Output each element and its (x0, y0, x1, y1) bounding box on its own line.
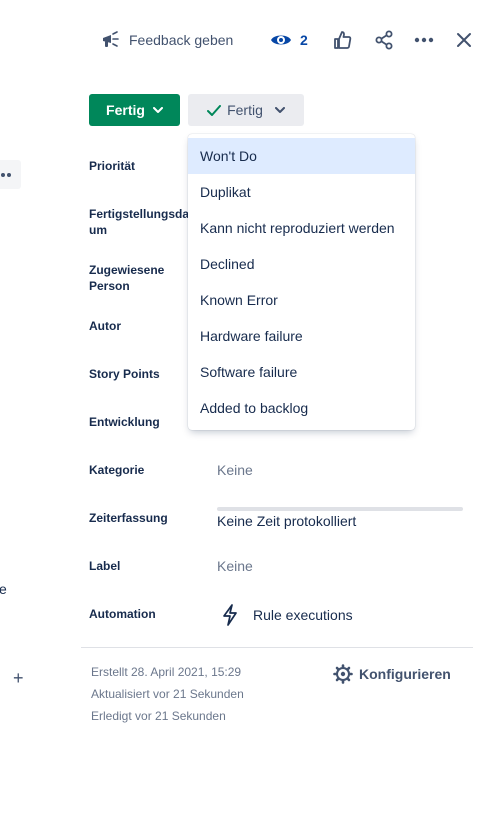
like-button[interactable] (330, 28, 354, 52)
divider (81, 647, 473, 648)
category-value[interactable]: Keine (217, 460, 253, 480)
configure-button[interactable]: Konfigurieren (333, 664, 451, 684)
menu-item-wont-do[interactable]: Won't Do (188, 138, 415, 174)
field-label-development: Entwicklung (89, 415, 160, 429)
chevron-down-icon (152, 107, 163, 113)
watch-button[interactable]: 2 (270, 28, 308, 52)
thumbs-up-icon (334, 31, 352, 49)
menu-item-software-failure[interactable]: Software failure (188, 354, 415, 390)
feedback-button[interactable]: Feedback geben (101, 28, 233, 52)
check-icon (207, 104, 222, 116)
menu-item-known-error[interactable]: Known Error (188, 282, 415, 318)
add-icon[interactable]: + (13, 668, 24, 689)
menu-item-added-to-backlog[interactable]: Added to backlog (188, 390, 415, 426)
eye-icon (271, 35, 291, 45)
menu-item-declined[interactable]: Declined (188, 246, 415, 282)
updated-date: Aktualisiert vor 21 Sekunden (91, 687, 244, 701)
menu-item-hardware-failure[interactable]: Hardware failure (188, 318, 415, 354)
field-label-reporter: Autor (89, 319, 121, 333)
close-button[interactable] (452, 28, 476, 52)
more-button[interactable] (412, 28, 436, 52)
automation-value: Rule executions (253, 607, 353, 623)
resolved-date: Erledigt vor 21 Sekunden (91, 709, 226, 723)
resolution-label: Fertig (227, 102, 263, 118)
gear-icon (333, 664, 353, 684)
field-label-due-date: Fertigstellungsdatum (89, 207, 194, 237)
more-horizontal-icon (414, 37, 434, 43)
lightning-bolt-icon (223, 604, 237, 626)
resolution-dropdown-menu: Won't Do Duplikat Kann nicht reproduzier… (188, 134, 415, 430)
field-label-story-points: Story Points (89, 367, 160, 381)
chevron-down-icon (274, 107, 285, 113)
field-label-assignee: Zugewiesene Person (89, 263, 165, 293)
configure-label: Konfigurieren (359, 666, 451, 682)
feedback-label: Feedback geben (129, 32, 234, 48)
field-label-time-tracking: Zeiterfassung (89, 511, 168, 525)
share-button[interactable] (372, 28, 396, 52)
share-icon (375, 30, 393, 50)
automation-rule-executions[interactable]: Rule executions (221, 604, 353, 626)
watch-count: 2 (300, 32, 308, 48)
label-value[interactable]: Keine (217, 556, 253, 576)
status-label: Fertig (106, 102, 145, 118)
field-label-label: Label (89, 559, 121, 573)
more-actions-button[interactable] (0, 160, 21, 189)
time-tracking-value[interactable]: Keine Zeit protokolliert (217, 511, 356, 531)
created-date: Erstellt 28. April 2021, 15:29 (91, 665, 242, 679)
status-button[interactable]: Fertig (89, 94, 180, 126)
menu-item-cannot-reproduce[interactable]: Kann nicht reproduziert werden (188, 210, 415, 246)
left-panel-edge-text: e (0, 581, 7, 597)
field-label-automation: Automation (89, 607, 156, 621)
field-label-category: Kategorie (89, 463, 145, 477)
megaphone-icon (103, 31, 119, 47)
resolution-button[interactable]: Fertig (188, 94, 304, 126)
more-dots-icon (1, 172, 11, 177)
field-label-priority: Priorität (89, 159, 136, 173)
close-icon (457, 33, 471, 47)
menu-item-duplicate[interactable]: Duplikat (188, 174, 415, 210)
